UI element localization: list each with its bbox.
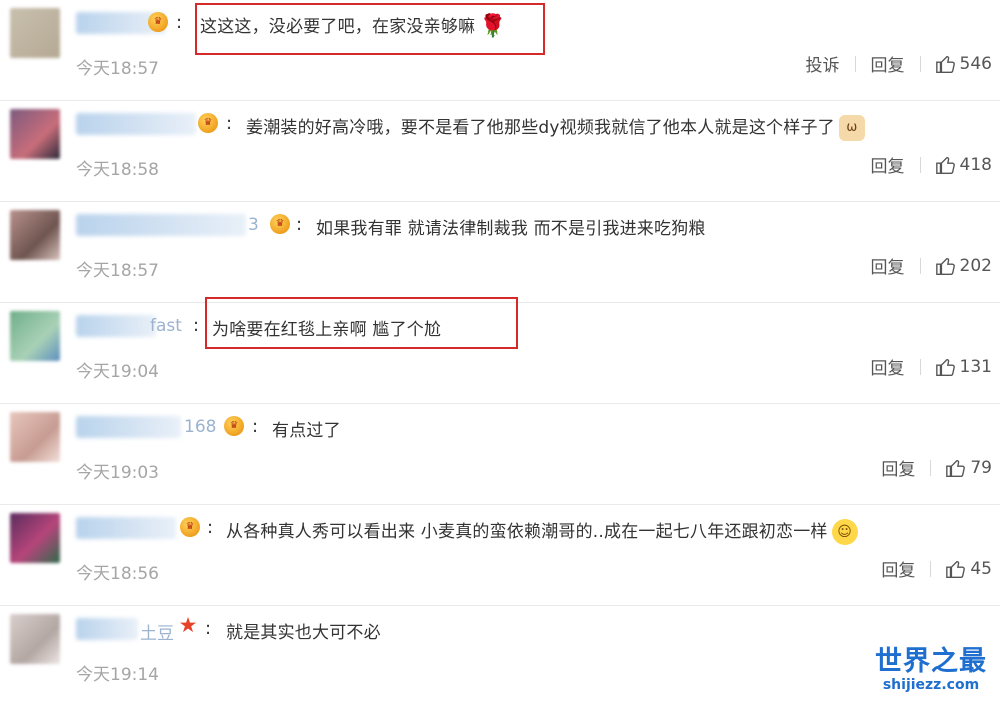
crown-badge-icon: ♛ bbox=[148, 12, 168, 32]
reply-button[interactable]: 回复 bbox=[856, 51, 920, 76]
timestamp: 今天18:56 bbox=[76, 564, 159, 584]
colon-separator: : bbox=[296, 214, 303, 235]
thumbs-up-icon bbox=[946, 459, 966, 477]
thumbs-up-icon bbox=[935, 358, 955, 376]
crown-badge-icon: ♛ bbox=[224, 416, 244, 436]
like-button[interactable]: 546 bbox=[921, 53, 992, 75]
like-button[interactable]: 202 bbox=[921, 255, 992, 277]
like-count: 418 bbox=[959, 154, 992, 175]
colon-separator: : bbox=[205, 618, 212, 639]
crown-badge-icon: ♛ bbox=[270, 214, 290, 234]
avatar[interactable] bbox=[10, 513, 60, 563]
avatar[interactable] bbox=[10, 109, 60, 159]
timestamp: 今天18:57 bbox=[76, 59, 159, 79]
timestamp: 今天18:57 bbox=[76, 261, 159, 281]
reply-button[interactable]: 回复 bbox=[856, 253, 920, 278]
colon-separator: : bbox=[226, 113, 233, 134]
colon-separator: : bbox=[252, 416, 259, 437]
like-button[interactable]: 131 bbox=[921, 356, 992, 378]
comment-text: 为啥要在红毯上亲啊 尴了个尬 bbox=[212, 320, 442, 340]
username[interactable] bbox=[76, 113, 196, 135]
username[interactable] bbox=[76, 416, 181, 438]
comment-item: ♛ : 这这这，没必要了吧，在家没亲够嘛 🌹 今天18:57 投诉 回复 546 bbox=[0, 0, 1000, 101]
username-suffix[interactable]: fast bbox=[150, 316, 182, 336]
like-button[interactable]: 418 bbox=[921, 154, 992, 176]
username[interactable] bbox=[76, 517, 176, 539]
comment-actions: 回复 79 bbox=[866, 455, 992, 481]
comment-item: 土豆 ★ : 就是其实也大可不必 今天19:14 bbox=[0, 606, 1000, 707]
avatar[interactable] bbox=[10, 210, 60, 260]
watermark-title: 世界之最 bbox=[875, 646, 987, 677]
crown-badge-icon: ♛ bbox=[198, 113, 218, 133]
avatar[interactable] bbox=[10, 311, 60, 361]
thumbs-up-icon bbox=[946, 560, 966, 578]
reply-button[interactable]: 回复 bbox=[856, 152, 920, 177]
comment-text: 有点过了 bbox=[272, 421, 341, 441]
comment-text: 就是其实也大可不必 bbox=[226, 623, 381, 643]
comment-text: 如果我有罪 就请法律制裁我 而不是引我进来吃狗粮 bbox=[316, 219, 706, 239]
comment-item: ♛ : 从各种真人秀可以看出来 小麦真的蛮依赖潮哥的..成在一起七八年还跟初恋一… bbox=[0, 505, 1000, 606]
comment-actions: 回复 202 bbox=[856, 253, 992, 279]
username[interactable] bbox=[76, 214, 246, 236]
comment-actions: 回复 45 bbox=[866, 556, 992, 582]
thumbs-up-icon bbox=[935, 257, 955, 275]
comment-list: ♛ : 这这这，没必要了吧，在家没亲够嘛 🌹 今天18:57 投诉 回复 546 … bbox=[0, 0, 1000, 697]
timestamp: 今天18:58 bbox=[76, 160, 159, 180]
username-suffix[interactable]: 3 bbox=[248, 215, 259, 235]
like-count: 546 bbox=[959, 53, 992, 74]
cat-emoji-icon: ω bbox=[838, 115, 865, 141]
colon-separator: : bbox=[176, 12, 183, 33]
thumbs-up-icon bbox=[935, 156, 955, 174]
comment-item: fast : 为啥要在红毯上亲啊 尴了个尬 今天19:04 回复 131 bbox=[0, 297, 1000, 404]
watermark-url: shijiezz.com bbox=[882, 677, 980, 693]
comment-item: ♛ : 姜潮装的好高冷哦，要不是看了他那些dy视频我就信了他本人就是这个样子了 ω… bbox=[0, 101, 1000, 202]
colon-separator: : bbox=[207, 517, 214, 538]
timestamp: 今天19:04 bbox=[76, 362, 159, 382]
smile-emoji-icon: ☺ bbox=[831, 519, 858, 545]
timestamp: 今天19:14 bbox=[76, 665, 159, 685]
comment-actions: 投诉 回复 546 bbox=[791, 51, 992, 77]
rose-emoji-icon: 🌹 bbox=[479, 14, 507, 39]
reply-button[interactable]: 回复 bbox=[866, 556, 930, 581]
avatar[interactable] bbox=[10, 8, 60, 58]
username[interactable] bbox=[76, 618, 138, 640]
reply-button[interactable]: 回复 bbox=[856, 354, 920, 379]
like-button[interactable]: 79 bbox=[931, 457, 992, 479]
avatar[interactable] bbox=[10, 412, 60, 462]
like-button[interactable]: 45 bbox=[931, 558, 992, 580]
report-button[interactable]: 投诉 bbox=[791, 51, 855, 76]
like-count: 79 bbox=[970, 457, 992, 478]
username-suffix[interactable]: 168 bbox=[184, 417, 216, 437]
timestamp: 今天19:03 bbox=[76, 463, 159, 483]
like-count: 202 bbox=[959, 255, 992, 276]
comment-text: 姜潮装的好高冷哦，要不是看了他那些dy视频我就信了他本人就是这个样子了 ω bbox=[246, 113, 865, 141]
site-watermark: 世界之最 shijiezz.com bbox=[870, 646, 992, 694]
comment-actions: 回复 418 bbox=[856, 152, 992, 178]
comment-text: 从各种真人秀可以看出来 小麦真的蛮依赖潮哥的..成在一起七八年还跟初恋一样 ☺ bbox=[226, 517, 858, 545]
comment-text: 这这这，没必要了吧，在家没亲够嘛 🌹 bbox=[200, 14, 507, 39]
comment-actions: 回复 131 bbox=[856, 354, 992, 380]
username[interactable] bbox=[76, 315, 156, 337]
like-count: 45 bbox=[970, 558, 992, 579]
star-badge-icon: ★ bbox=[178, 612, 198, 637]
comment-item: 3 ♛ : 如果我有罪 就请法律制裁我 而不是引我进来吃狗粮 今天18:57 回… bbox=[0, 202, 1000, 303]
reply-button[interactable]: 回复 bbox=[866, 455, 930, 480]
colon-separator: : bbox=[193, 315, 200, 336]
username-suffix[interactable]: 土豆 bbox=[140, 619, 174, 644]
crown-badge-icon: ♛ bbox=[180, 517, 200, 537]
like-count: 131 bbox=[959, 356, 992, 377]
thumbs-up-icon bbox=[935, 55, 955, 73]
comment-item: 168 ♛ : 有点过了 今天19:03 回复 79 bbox=[0, 404, 1000, 505]
avatar[interactable] bbox=[10, 614, 60, 664]
